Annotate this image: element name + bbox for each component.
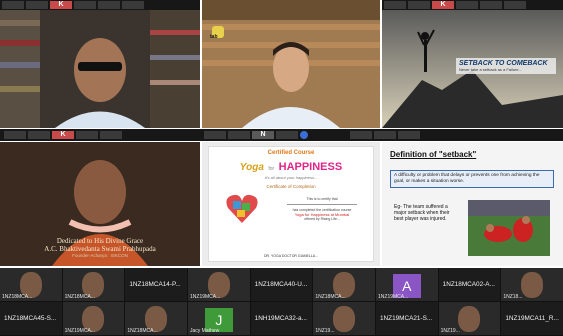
definition-title: Definition of "setback" (390, 150, 477, 159)
participant-name: 1NZ19MCA... (378, 294, 409, 300)
participant-tile[interactable]: 1NZ18MCA... (313, 268, 375, 301)
participant-thumbnail[interactable] (374, 131, 396, 139)
slide-title: SETBACK TO COMEBACK (459, 60, 548, 67)
participant-name: 1NZ18MCA... (2, 294, 33, 300)
participant-name: Jacy Mathew (190, 328, 220, 334)
participant-thumbnail[interactable] (480, 1, 502, 9)
participant-thumbnail[interactable] (228, 131, 250, 139)
dedication-line-2: A.C. Bhaktivedanta Swami Prabhupada (44, 245, 156, 253)
participant-thumbnail[interactable] (100, 131, 122, 139)
participant-tile[interactable]: J Jacy Mathew (188, 302, 250, 335)
injured-player-photo (468, 200, 550, 256)
participant-name: 1NZ18MCA45-S... (4, 314, 57, 322)
certificate-body: This is to certify that has completed th… (277, 197, 367, 221)
participant-thumbnail[interactable] (204, 131, 226, 139)
participant-tile[interactable]: 1NZ18MCA02-A... (438, 268, 501, 301)
certificate-tagline: it's all about your happiness... (264, 175, 318, 180)
participant-thumbnail[interactable] (122, 1, 144, 9)
top-thumbnail-strip: K (0, 0, 200, 10)
participant-thumbnail[interactable] (504, 1, 526, 9)
participant-name: 1NH19MCA32-a... (254, 314, 307, 322)
certificate-body-line: offered by Rising Life... (304, 217, 340, 221)
participant-tile[interactable]: 1NZ19MCA... (62, 302, 125, 335)
participant-tile[interactable]: 1NZ18MCA... (0, 268, 62, 301)
participant-thumbnail[interactable] (26, 1, 48, 9)
participant-thumbnail[interactable]: N (252, 131, 274, 139)
video-cell-speaker-2[interactable]: tab (202, 0, 380, 128)
speaker-2-video (202, 0, 380, 128)
certificate-page: Certified Course Yoga for HAPPINESS it's… (208, 146, 374, 262)
video-cell-certificate[interactable]: Certified Course Yoga for HAPPINESS it's… (202, 142, 380, 266)
participant-tile[interactable]: A 1NZ19MCA... (376, 268, 438, 301)
slide-caption: SETBACK TO COMEBACK Never take a setback… (456, 58, 556, 74)
participant-thumbnail[interactable]: K (432, 1, 454, 9)
participant-tile[interactable]: 1NZ18... (501, 268, 563, 301)
participant-name: 1NZ19MCA... (190, 294, 221, 300)
participant-thumbnail[interactable]: K (50, 1, 72, 9)
participant-tile[interactable]: 1NZ19MCA... (188, 268, 250, 301)
participant-thumbnail[interactable]: K (52, 131, 74, 139)
participant-name: 1NZ19... (440, 328, 460, 334)
dedication-line-3: Founder-Acharya : ISKCON (72, 253, 128, 258)
participant-video (458, 306, 481, 332)
participant-tile[interactable]: 1NZ19... (313, 302, 375, 335)
meeting-collage: K tab K SETBACK TO COMEBACK Never take a… (0, 0, 563, 336)
participant-thumbnail[interactable] (4, 131, 26, 139)
participant-name: 1NZ18MCA02-A... (442, 280, 495, 288)
participant-thumbnail[interactable] (76, 131, 98, 139)
certificate-title: Certificate of Completion (266, 184, 316, 189)
top-thumbnail-strip-right: K (382, 0, 563, 10)
participant-tile[interactable]: 1NZ19MCA21-S... (376, 302, 438, 335)
participant-name: 1NZ19MCA11_R... (505, 314, 559, 322)
yoga-for-happiness-logo: Yoga for HAPPINESS (239, 161, 343, 173)
definition-example: Eg- The team suffered a major setback wh… (394, 204, 450, 222)
certificate-footer: DR. YOGA DOCTOR GIANELLA... (264, 254, 318, 258)
participant-tile[interactable]: 1NZ18MCA45-S... (0, 302, 62, 335)
participant-video (333, 306, 356, 332)
participant-name: 1NZ18MCA... (127, 328, 158, 334)
video-cell-slide-setback[interactable]: K SETBACK TO COMEBACK Never take a setba… (382, 0, 563, 128)
participant-name: 1NZ18MCA40-U... (254, 280, 308, 288)
participant-thumbnail[interactable] (276, 131, 298, 139)
participant-thumbnail[interactable] (350, 131, 372, 139)
heart-puzzle-icon (226, 194, 258, 223)
participant-thumbnail[interactable] (456, 1, 478, 9)
middle-thumbnail-strip: K N (0, 129, 563, 141)
slide-subtitle: Never take a setback as a Failure... (459, 67, 522, 72)
participant-tile[interactable]: 1NZ18MCA... (125, 302, 187, 335)
participant-name: 1NZ19MCA... (64, 328, 95, 334)
participant-tile[interactable]: 1NZ18MCA40-U... (250, 268, 313, 301)
room-sticker: tab (210, 34, 218, 40)
participant-name: 1NZ18MCA... (315, 294, 346, 300)
participant-thumbnail[interactable] (98, 1, 120, 9)
participant-gallery: 1NZ18MCA... 1NZ18MCA... 1NZ18MCA14-P... 1NZ… (0, 268, 563, 336)
participant-video (521, 272, 544, 298)
participant-name: 1NZ19... (315, 328, 335, 334)
participant-thumbnail[interactable] (398, 131, 420, 139)
participant-name: 1NZ19MCA21-S... (380, 314, 433, 322)
participant-tile[interactable]: 1NZ19... (438, 302, 501, 335)
video-cell-definition[interactable]: Definition of "setback" A difficulty or … (382, 142, 563, 266)
participant-name: 1NZ18... (503, 294, 523, 300)
participant-tile[interactable]: 1NZ18MCA... (62, 268, 125, 301)
participant-name: 1NZ18MCA... (64, 294, 95, 300)
video-cell-dedication[interactable]: Dedicated to His Divine Grace A.C. Bhakt… (0, 142, 200, 266)
speaker-1-video (0, 10, 200, 128)
participant-tile[interactable]: 1NH19MCA32-a... (250, 302, 313, 335)
definition-box: A difficulty or problem that delays or p… (390, 170, 554, 188)
participant-tile[interactable]: 1NZ18MCA14-P... (125, 268, 187, 301)
participant-thumbnail[interactable] (408, 1, 430, 9)
video-cell-speaker-1[interactable]: K (0, 0, 200, 128)
certificate-header: Certified Course (267, 150, 315, 156)
dedication-line-1: Dedicated to His Divine Grace (56, 237, 144, 245)
participant-thumbnail[interactable] (384, 1, 406, 9)
dedication-text: Dedicated to His Divine Grace A.C. Bhakt… (0, 237, 200, 258)
participant-tile[interactable]: 1NZ19MCA11_R... (501, 302, 563, 335)
participant-name: 1NZ18MCA14-P... (129, 280, 181, 288)
participant-thumbnail[interactable] (300, 131, 308, 139)
certificate-body-line: This is to certify that (306, 197, 338, 201)
participant-thumbnail[interactable] (74, 1, 96, 9)
participant-thumbnail[interactable] (2, 1, 24, 9)
participant-thumbnail[interactable] (28, 131, 50, 139)
